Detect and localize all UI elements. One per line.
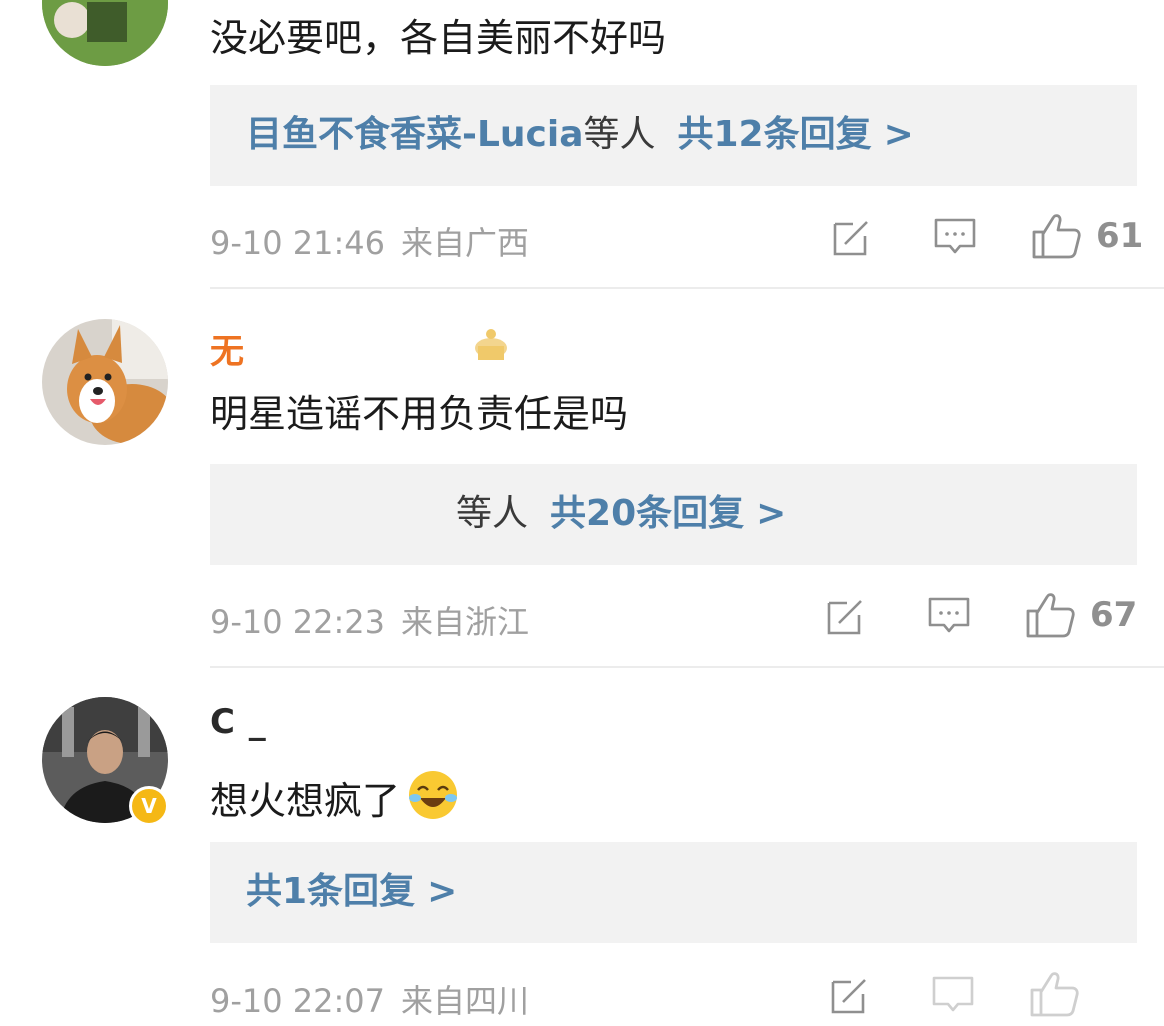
reply-count-link[interactable]: 共20条回复 <box>550 493 744 534</box>
comment-location: 来自四川 <box>401 982 530 1020</box>
comment-icon[interactable] <box>931 974 975 1016</box>
reply-count-link[interactable]: 共1条回复 <box>246 871 415 912</box>
comment-time: 9-10 21:46 <box>210 224 386 262</box>
comment-meta: 9-10 22:23 来自浙江 <box>210 597 529 643</box>
divider <box>210 287 1164 289</box>
comment-text: 想火想疯了 <box>210 768 460 825</box>
reply-count-link[interactable]: 共12条回复 <box>678 114 872 155</box>
crown-badge-icon <box>475 329 507 360</box>
laughing-crying-emoji-icon <box>409 771 458 819</box>
comment-time: 9-10 22:23 <box>210 603 386 641</box>
reply-etc-label: 等人 <box>583 114 656 155</box>
thumbs-up-icon[interactable] <box>1029 970 1079 1018</box>
like-count: 61 <box>1096 216 1144 256</box>
verified-badge-icon: V <box>129 786 169 826</box>
comment-text: 明星造谣不用负责任是吗 <box>210 392 629 436</box>
comment-location: 来自广西 <box>401 224 530 262</box>
chevron-right-icon[interactable]: > <box>756 493 786 534</box>
edit-icon[interactable] <box>831 218 873 258</box>
comment-text: 没必要吧，各自美丽不好吗 <box>210 16 667 60</box>
chevron-right-icon[interactable]: > <box>427 871 457 912</box>
avatar-image <box>42 0 168 66</box>
user-name[interactable]: 无 <box>210 324 488 373</box>
avatar-image <box>42 319 168 445</box>
comment-meta: 9-10 22:07 来自四川 <box>210 976 529 1022</box>
thumbs-up-icon[interactable] <box>1031 212 1081 260</box>
like-count: 67 <box>1090 595 1138 635</box>
edit-icon[interactable] <box>829 976 871 1016</box>
reply-etc-label: 等人 <box>456 493 529 534</box>
edit-icon[interactable] <box>825 597 867 637</box>
chevron-right-icon[interactable]: > <box>884 114 914 155</box>
divider <box>210 666 1164 668</box>
comment-location: 来自浙江 <box>401 603 530 641</box>
user-name[interactable]: C _ <box>210 702 267 742</box>
reply-summary[interactable]: 等人 共20条回复 > <box>210 464 1137 565</box>
avatar[interactable] <box>42 0 168 66</box>
reply-summary[interactable]: 目鱼不食香菜-Lucia等人 共12条回复 > <box>210 85 1137 186</box>
comment-icon[interactable] <box>933 216 977 258</box>
comment-meta: 9-10 21:46 来自广西 <box>210 218 529 264</box>
thumbs-up-icon[interactable] <box>1025 591 1075 639</box>
avatar[interactable] <box>42 319 168 445</box>
reply-summary[interactable]: 共1条回复 > <box>210 842 1137 943</box>
comment-icon[interactable] <box>927 595 971 637</box>
reply-user-link[interactable]: 目鱼不食香菜-Lucia <box>246 114 583 155</box>
comment-time: 9-10 22:07 <box>210 982 386 1020</box>
